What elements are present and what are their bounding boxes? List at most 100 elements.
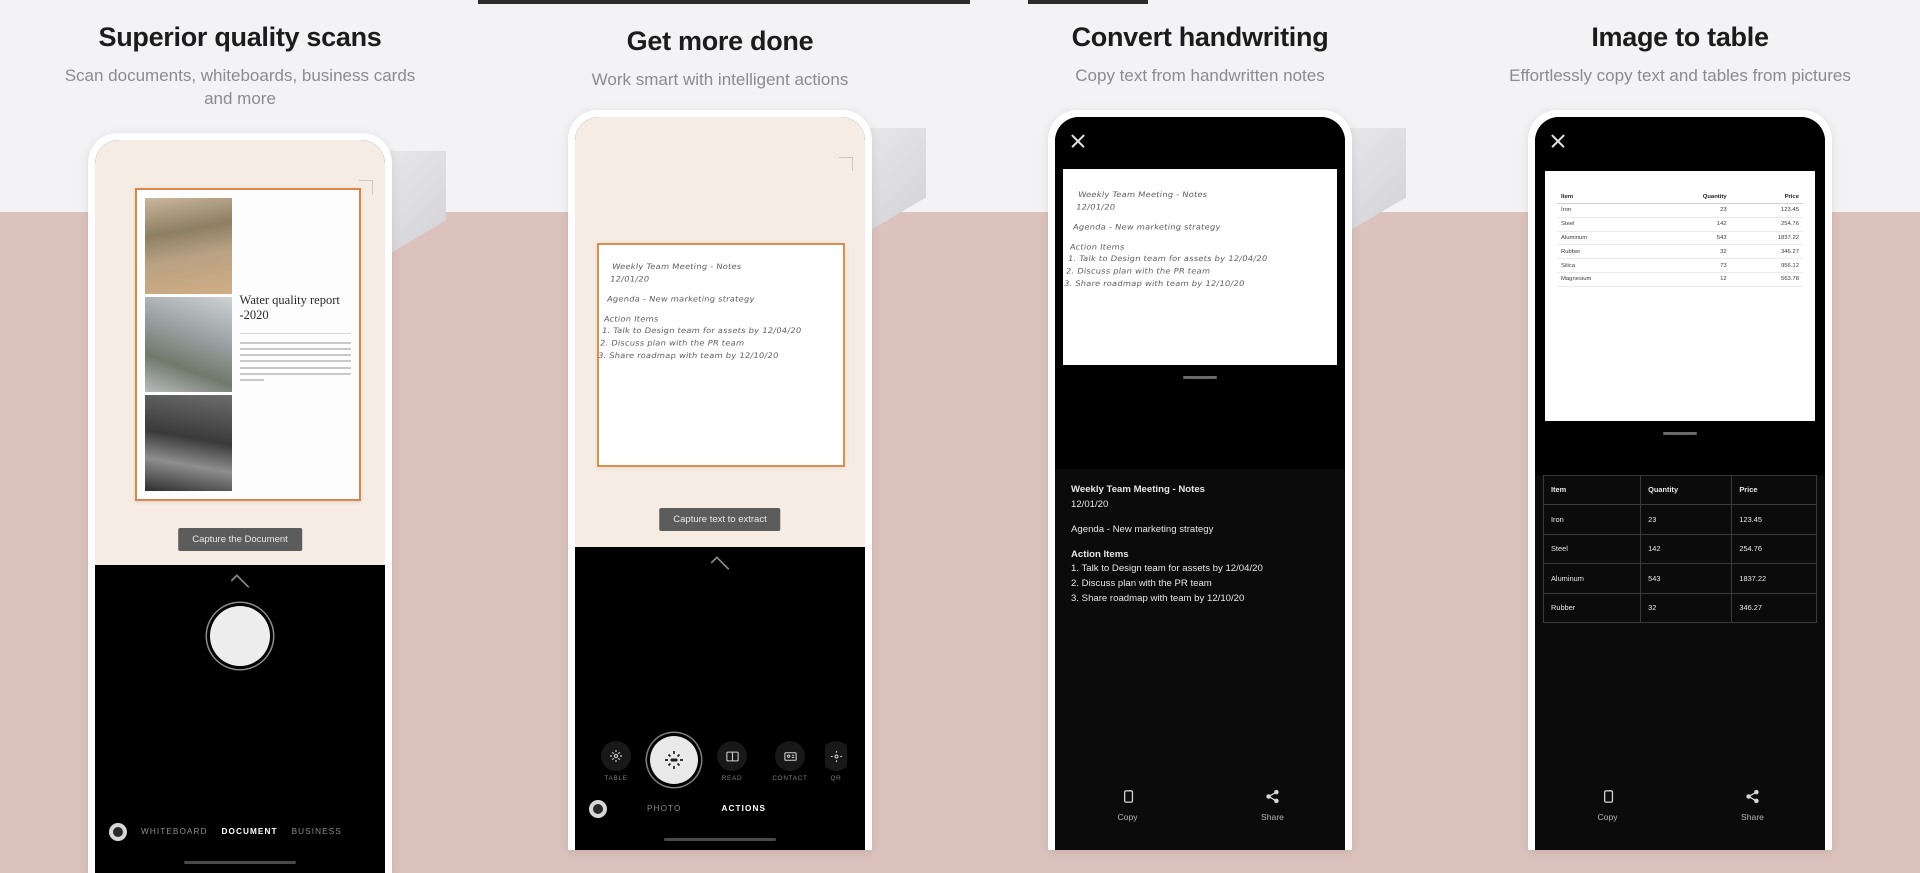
chevron-up-icon[interactable] (230, 573, 250, 593)
close-icon[interactable] (1549, 133, 1566, 150)
document-layout: Water quality report -2020 (137, 190, 359, 499)
table-row: Aluminum 543 1837.22 (1542, 563, 1817, 594)
document-text-column: Water quality report -2020 (239, 198, 351, 491)
focus-corner-icon (835, 156, 853, 175)
action-contact[interactable]: CONTACT (767, 741, 813, 782)
phone-frame: Weekly Team Meeting - Notes 12/01/20 Age… (1048, 109, 1352, 850)
phone-mockup: Weekly Team Meeting - Notes 12/01/20 Age… (1048, 109, 1406, 850)
extracted-item-2: 2. Discuss plan with the PR team (1071, 578, 1212, 590)
panel-header: Image to table Effortlessly copy text an… (1440, 0, 1920, 88)
dam-structure-photo (145, 395, 232, 491)
copy-label: Copy (1117, 811, 1138, 822)
text-scan-icon (650, 735, 698, 784)
capture-tooltip: Capture text to extract (659, 507, 781, 531)
camera-mode-whiteboard[interactable]: WHITEBOARD (141, 827, 208, 836)
camera-mode-selector: PHOTO ACTIONS (575, 799, 865, 818)
page-title: Image to table (1591, 22, 1769, 52)
page-subtitle: Effortlessly copy text and tables from p… (1509, 66, 1851, 86)
note-line-7: 3. Share roadmap with team by 12/10/20 (597, 351, 780, 361)
page-subtitle: Copy text from handwritten notes (1075, 66, 1325, 86)
intelligent-actions-row: TABLE READ CONTACT QR (575, 735, 865, 788)
table-header-row: Item Quantity Price (1542, 474, 1817, 506)
camera-mode-photo[interactable]: PHOTO (647, 804, 681, 813)
extracted-agenda: Agenda - New marketing strategy (1071, 523, 1214, 535)
output-col-price: Price (1731, 474, 1817, 506)
page-subtitle: Scan documents, whiteboards, business ca… (64, 66, 416, 108)
panel-superior-quality-scans: Superior quality scans Scan documents, w… (0, 0, 480, 873)
extracted-text-panel: Weekly Team Meeting - Notes 12/01/20 Age… (1055, 468, 1345, 850)
read-icon (717, 741, 747, 772)
home-indicator (184, 860, 296, 864)
detected-note[interactable]: Weekly Team Meeting - Notes 12/01/20 Age… (597, 242, 845, 467)
table-row: Silica 73 956.12 (1557, 258, 1803, 273)
extracted-table-panel: Item Quantity Price Iron 23 123.45 Steel 14… (1535, 474, 1825, 850)
progress-segment-1 (478, 0, 970, 4)
table-row: Magnesium 12 563.78 (1557, 272, 1803, 287)
camera-mode-business[interactable]: BUSINESS (292, 827, 342, 836)
output-col-item: Item (1542, 474, 1642, 506)
phone-mockup: Water quality report -2020 Capture the D… (88, 132, 446, 873)
home-indicator (664, 837, 776, 841)
progress-segment-2 (1028, 0, 1148, 4)
capture-preview: Weekly Team Meeting - Notes 12/01/20 Age… (1055, 116, 1345, 469)
output-table[interactable]: Item Quantity Price Iron 23 123.45 Steel 14… (1542, 474, 1817, 624)
page-subtitle: Work smart with intelligent actions (591, 70, 849, 90)
camera-viewfinder[interactable]: Water quality report -2020 Capture the D… (95, 139, 385, 565)
extracted-item-1: 1. Talk to Design team for assets by 12/… (1071, 563, 1263, 575)
table-row: Rubber 32 346.27 (1542, 592, 1817, 624)
source-col-item: Item (1557, 190, 1652, 204)
camera-controls: WHITEBOARD DOCUMENT BUSINESS (95, 564, 385, 873)
phone-mockup: Item Quantity Price Iron 23 123.45 Steel 14… (1528, 109, 1832, 850)
phone-frame: Weekly Team Meeting - Notes 12/01/20 Age… (568, 109, 872, 850)
captured-note-image[interactable]: Weekly Team Meeting - Notes 12/01/20 Age… (1063, 168, 1337, 365)
phone-screen: Weekly Team Meeting - Notes 12/01/20 Age… (1055, 116, 1345, 850)
share-label: Share (1261, 811, 1284, 822)
table-row: Iron 23 123.45 (1542, 504, 1817, 535)
landscape-photo (145, 197, 232, 294)
capture-tooltip: Capture the Document (178, 527, 302, 551)
document-body-lines (239, 341, 351, 382)
highway-interchange-photo (145, 296, 232, 393)
page-title: Superior quality scans (98, 22, 382, 52)
panel-image-to-table: Image to table Effortlessly copy text an… (1440, 0, 1920, 873)
extracted-action-heading: Action Items (1071, 548, 1129, 560)
handwritten-note: Weekly Team Meeting - Notes 12/01/20 Age… (597, 261, 829, 363)
camera-mode-actions[interactable]: ACTIONS (721, 804, 766, 813)
source-col-quantity: Quantity (1651, 190, 1731, 204)
note-line-2: 12/01/20 (609, 274, 651, 284)
shutter-button[interactable] (210, 605, 270, 666)
share-icon (1746, 789, 1759, 803)
gallery-icon[interactable] (589, 799, 607, 818)
captured-table-image[interactable]: Item Quantity Price Iron 23 123.45 Steel 14… (1545, 170, 1815, 421)
table-row: Iron 23 123.45 (1557, 203, 1803, 218)
note-line-1: Weekly Team Meeting - Notes (611, 261, 743, 271)
phone-screen: Item Quantity Price Iron 23 123.45 Steel 14… (1535, 116, 1825, 850)
detected-document[interactable]: Water quality report -2020 (135, 187, 361, 501)
copy-button[interactable]: Copy (1055, 788, 1200, 824)
action-qr[interactable]: QR (825, 741, 847, 782)
action-table[interactable]: TABLE (593, 741, 639, 782)
camera-viewfinder[interactable]: Weekly Team Meeting - Notes 12/01/20 Age… (575, 116, 865, 547)
copy-button[interactable]: Copy (1535, 788, 1680, 824)
action-qr-label: QR (830, 775, 842, 783)
extracted-heading: Weekly Team Meeting - Notes (1071, 483, 1205, 495)
copy-label: Copy (1597, 811, 1618, 822)
camera-mode-document[interactable]: DOCUMENT (222, 827, 278, 836)
sheet-grabber[interactable] (1663, 431, 1697, 436)
document-photos (145, 197, 232, 491)
source-table: Item Quantity Price Iron 23 123.45 Steel 14… (1557, 190, 1803, 287)
action-read[interactable]: READ (709, 741, 755, 782)
share-button[interactable]: Share (1200, 788, 1345, 824)
phone-frame: Item Quantity Price Iron 23 123.45 Steel 14… (1528, 109, 1832, 850)
action-read-label: READ (721, 775, 743, 783)
table-row: Aluminum 543 1837.22 (1557, 231, 1803, 246)
capture-preview: Item Quantity Price Iron 23 123.45 Steel 14… (1535, 116, 1825, 475)
sheet-grabber[interactable] (1183, 375, 1217, 380)
note-line-6: 2. Discuss plan with the PR team (1065, 266, 1212, 276)
action-text-extract[interactable] (650, 735, 698, 788)
chevron-up-icon[interactable] (710, 555, 730, 576)
gallery-icon[interactable] (109, 822, 127, 841)
close-icon[interactable] (1069, 133, 1086, 150)
result-footer: Copy Share (1535, 788, 1825, 850)
share-button[interactable]: Share (1680, 788, 1825, 824)
